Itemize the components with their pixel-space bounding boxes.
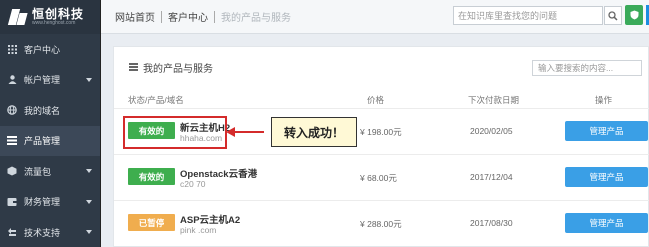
next-payment-date: 2017/12/04 xyxy=(470,172,513,182)
breadcrumb-current: 我的产品与服务 xyxy=(221,13,291,24)
globe-icon xyxy=(7,105,17,116)
brand-url: www.henghost.com xyxy=(32,20,76,26)
column-header-action: 操作 xyxy=(595,95,613,105)
highlight-box xyxy=(123,116,227,149)
product-domain: c20 70 xyxy=(180,179,206,189)
next-payment-date: 2020/02/05 xyxy=(470,126,513,136)
sidebar-item-label: 技术支持 xyxy=(24,227,61,238)
box-icon xyxy=(7,166,17,176)
sidebar-item-label: 我的域名 xyxy=(24,105,61,116)
sidebar-item-label: 客户中心 xyxy=(24,44,61,55)
sidebar-item-traffic[interactable]: 流量包 xyxy=(0,156,100,187)
arrow-line xyxy=(234,131,264,133)
breadcrumb-home[interactable]: 网站首页 xyxy=(109,9,161,24)
product-search-input[interactable]: 输入要搜索的内容... xyxy=(532,60,642,76)
breadcrumb-customer-center[interactable]: 客户中心 xyxy=(162,9,214,24)
list-icon xyxy=(7,136,17,146)
column-header-date: 下次付款日期 xyxy=(468,95,520,105)
manage-product-button[interactable]: 管理产品 xyxy=(565,213,648,233)
manage-product-button[interactable]: 管理产品 xyxy=(565,121,648,141)
sidebar-item-customer-center[interactable]: 客户中心 xyxy=(0,34,100,65)
product-price: ¥ 288.00元 xyxy=(360,219,402,229)
product-name[interactable]: ASP云主机A2 xyxy=(180,212,240,226)
column-header-price: 价格 xyxy=(367,95,385,105)
status-badge: 已暂停 xyxy=(128,214,175,231)
knowledge-search-input[interactable]: 在知识库里查找您的问题 xyxy=(453,6,603,25)
sidebar-item-products[interactable]: 产品管理 xyxy=(0,125,100,156)
caret-down-icon xyxy=(86,169,92,174)
shield-icon xyxy=(630,10,638,20)
shield-button[interactable] xyxy=(625,5,643,25)
annotation-callout: 转入成功！ xyxy=(271,117,357,147)
logo-icon xyxy=(8,7,28,27)
sidebar-item-support[interactable]: 技术支持 xyxy=(0,217,100,247)
table-row: 已暂停 ASP云主机A2 pink .com ¥ 288.00元 2017/08… xyxy=(114,201,649,245)
caret-down-icon xyxy=(86,230,92,235)
product-domain: pink .com xyxy=(180,225,217,235)
manage-product-button[interactable]: 管理产品 xyxy=(565,167,648,187)
grid-icon xyxy=(7,44,17,54)
finance-icon xyxy=(7,197,17,207)
next-payment-date: 2017/08/30 xyxy=(470,218,513,228)
sidebar-item-label: 帐户管理 xyxy=(24,75,61,86)
sidebar: 恒创科技 www.henghost.com 客户中心 帐户管理 我的域名 产品管… xyxy=(0,0,101,247)
panel-title: 我的产品与服务 xyxy=(143,63,213,75)
sidebar-item-label: 财务管理 xyxy=(24,197,61,208)
sidebar-item-label: 流量包 xyxy=(24,166,52,177)
search-icon xyxy=(608,10,618,21)
list-icon xyxy=(129,63,138,71)
caret-down-icon xyxy=(86,77,92,82)
user-icon xyxy=(7,75,17,85)
support-icon xyxy=(7,227,17,237)
brand-name: 恒创科技 xyxy=(32,7,85,21)
product-price: ¥ 68.00元 xyxy=(360,173,397,183)
panel-header: 我的产品与服务 输入要搜索的内容... xyxy=(114,47,648,87)
table-header: 状态/产品/域名 价格 下次付款日期 操作 xyxy=(114,94,649,108)
status-badge: 有效的 xyxy=(128,168,175,185)
table-row: 有效的 Openstack云香港 c20 70 ¥ 68.00元 2017/12… xyxy=(114,155,649,199)
sidebar-item-label: 产品管理 xyxy=(24,136,61,147)
top-bar: 网站首页 客户中心 我的产品与服务 在知识库里查找您的问题 xyxy=(101,0,649,34)
caret-down-icon xyxy=(86,199,92,204)
logo[interactable]: 恒创科技 www.henghost.com xyxy=(0,0,100,34)
sidebar-item-account[interactable]: 帐户管理 xyxy=(0,65,100,96)
column-header-status: 状态/产品/域名 xyxy=(128,95,184,105)
product-name[interactable]: Openstack云香港 xyxy=(180,166,257,180)
search-button[interactable] xyxy=(604,6,622,25)
product-price: ¥ 198.00元 xyxy=(360,127,402,137)
sidebar-item-finance[interactable]: 财务管理 xyxy=(0,187,100,218)
sidebar-item-domains[interactable]: 我的域名 xyxy=(0,95,100,126)
